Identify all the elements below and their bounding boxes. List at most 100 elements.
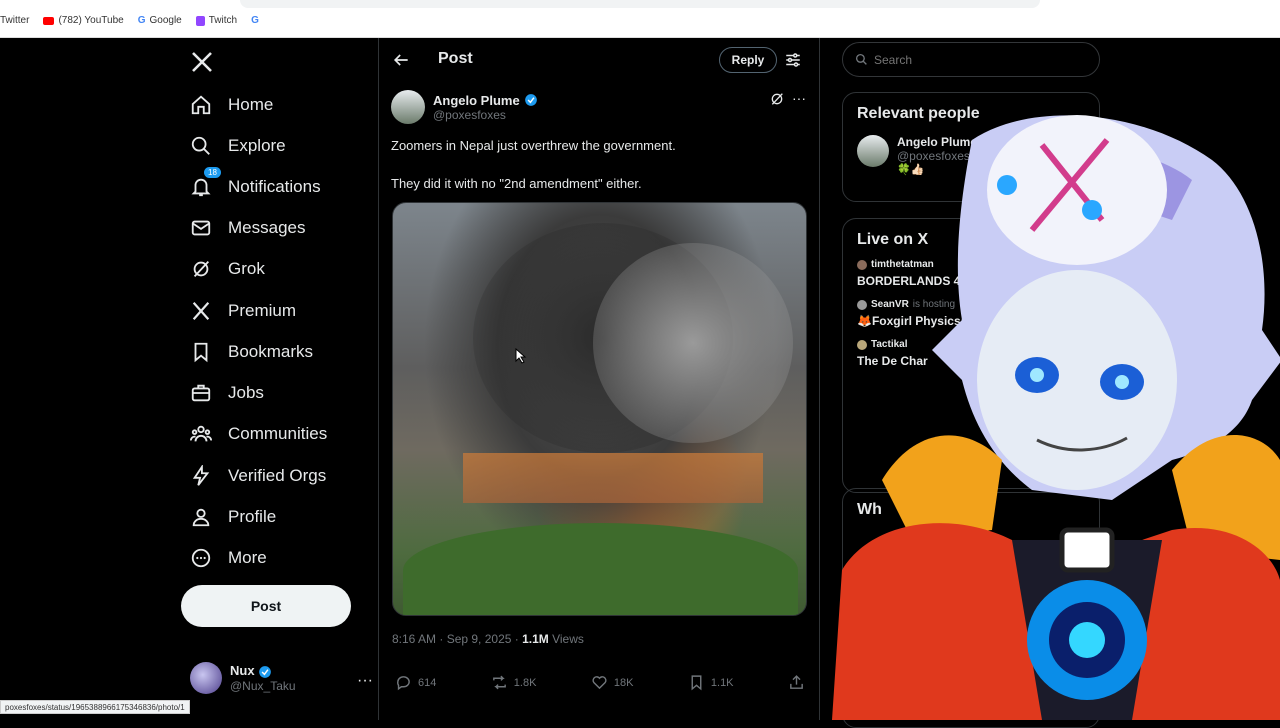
reply-button[interactable]: Reply	[719, 47, 777, 73]
bookmark-google-2[interactable]: G	[251, 15, 259, 26]
nav-jobs-label: Jobs	[228, 383, 264, 402]
avatar	[190, 662, 222, 694]
more-circle-icon	[191, 548, 211, 568]
link-status-tooltip: poxesfoxes/status/1965388966175346836/ph…	[0, 700, 190, 714]
account-name: Nux	[230, 663, 255, 679]
nav-profile-label: Profile	[228, 507, 277, 526]
share-icon	[790, 675, 803, 689]
author-handle[interactable]: @poxesfoxes	[433, 108, 538, 122]
nav-notifications-label: Notifications	[228, 177, 321, 196]
lightning-icon	[192, 465, 210, 486]
bell-icon	[191, 178, 211, 197]
account-handle: @Nux_Taku	[230, 678, 296, 693]
bookmark-icon	[691, 675, 702, 691]
nav-verified-orgs-label: Verified Orgs	[228, 466, 327, 485]
nav-home[interactable]: Home	[190, 94, 273, 116]
youtube-icon	[43, 16, 55, 25]
share-action[interactable]	[788, 674, 805, 691]
people-icon	[190, 425, 212, 442]
home-icon	[191, 95, 211, 115]
tweet-timestamp: 8:16 AM · Sep 9, 2025 · 1.1M Views	[392, 632, 584, 646]
mouse-cursor-icon	[515, 348, 527, 364]
nav-more-label: More	[228, 548, 267, 567]
ellipsis-icon[interactable]: ···	[357, 672, 373, 690]
nav-explore[interactable]: Explore	[190, 135, 286, 157]
x-premium-icon	[192, 302, 210, 320]
bookmarks-list: Twitter (782) YouTube G Google Twitch G	[0, 15, 259, 26]
photo-smoke	[593, 243, 793, 443]
nav-notifications[interactable]: 18 Notifications	[190, 167, 321, 198]
back-arrow-icon[interactable]	[391, 50, 411, 70]
timestamp-text: 8:16 AM · Sep 9, 2025 ·	[392, 632, 523, 646]
author-name-row: Angelo Plume	[433, 93, 538, 108]
address-bar[interactable]	[240, 0, 1040, 8]
nav-messages[interactable]: Messages	[190, 217, 305, 239]
bookmark-action[interactable]: 1.1K	[688, 674, 734, 691]
views-label: Views	[548, 632, 584, 646]
notification-badge: 18	[204, 167, 221, 178]
nav-more[interactable]: More	[190, 547, 267, 569]
account-switcher[interactable]: Nux @Nux_Taku ···	[190, 662, 373, 694]
bookmark-google[interactable]: G Google	[138, 15, 182, 26]
nav-premium[interactable]: Premium	[190, 300, 296, 322]
search-input[interactable]	[874, 52, 1074, 67]
left-navigation: Home Explore 18 Notifications Messages G…	[180, 38, 378, 720]
nav-bookmarks-label: Bookmarks	[228, 342, 314, 361]
verified-badge-icon	[524, 94, 537, 106]
bookmark-icon	[194, 342, 208, 363]
tweet-photo[interactable]	[392, 202, 807, 616]
photo-building	[463, 453, 763, 503]
nav-home-label: Home	[228, 95, 274, 114]
like-action[interactable]: 18K	[591, 674, 634, 691]
mail-icon	[191, 220, 211, 236]
tweet-actions: 614 1.8K 18K 1.1K	[395, 674, 805, 691]
photo-lawn	[403, 523, 798, 615]
like-count: 18K	[613, 676, 634, 689]
ellipsis-icon[interactable]: ···	[792, 90, 806, 106]
bookmark-twitch[interactable]: Twitch	[195, 15, 237, 26]
nav-explore-label: Explore	[228, 136, 286, 155]
x-logo-icon[interactable]	[190, 50, 214, 74]
author-name[interactable]: Angelo Plume	[433, 93, 520, 108]
tweet-text-line-2: They did it with no "2nd amendment" eith…	[391, 176, 642, 191]
twitch-icon	[195, 15, 205, 26]
nav-bookmarks[interactable]: Bookmarks	[190, 341, 313, 363]
bookmark-twitter[interactable]: Twitter	[0, 15, 29, 26]
account-name-row: Nux	[230, 663, 296, 679]
reply-count: 614	[418, 676, 437, 689]
nav-verified-orgs[interactable]: Verified Orgs	[190, 465, 326, 487]
google-icon: G	[137, 15, 146, 26]
google-icon: G	[251, 15, 259, 26]
vtuber-avatar-overlay	[832, 115, 1280, 720]
nav-communities-label: Communities	[228, 424, 328, 443]
nav-grok[interactable]: Grok	[190, 258, 265, 280]
nav-communities[interactable]: Communities	[190, 423, 327, 445]
page-title: Post	[438, 50, 473, 67]
nav-premium-label: Premium	[228, 301, 297, 320]
reply-icon	[397, 676, 410, 691]
sliders-icon[interactable]	[784, 51, 802, 69]
nav-grok-label: Grok	[228, 259, 265, 278]
grok-icon	[193, 261, 210, 277]
bookmark-youtube[interactable]: (782) YouTube	[43, 15, 124, 26]
search-icon	[855, 53, 867, 65]
avatar[interactable]	[391, 90, 425, 124]
repost-count: 1.8K	[513, 676, 537, 689]
search-box[interactable]	[842, 42, 1100, 77]
repost-action[interactable]: 1.8K	[491, 674, 537, 691]
browser-bookmarks-bar: Twitter (782) YouTube G Google Twitch G	[0, 0, 1280, 38]
tweet-text: Zoomers in Nepal just overthrew the gove…	[391, 136, 801, 212]
reply-action[interactable]: 614	[395, 674, 436, 691]
nav-jobs[interactable]: Jobs	[190, 382, 264, 404]
views-count: 1.1M	[522, 632, 549, 646]
tweet-author[interactable]: Angelo Plume @poxesfoxes	[391, 90, 538, 124]
nav-profile[interactable]: Profile	[190, 506, 276, 528]
verified-badge-icon	[259, 665, 272, 678]
bookmark-count: 1.1K	[710, 676, 734, 689]
tweet-text-line-1: Zoomers in Nepal just overthrew the gove…	[391, 138, 676, 153]
search-icon	[191, 136, 210, 155]
post-button[interactable]: Post	[181, 585, 351, 627]
grok-icon[interactable]	[769, 91, 785, 107]
nav-messages-label: Messages	[228, 218, 306, 237]
repost-icon	[492, 675, 506, 690]
